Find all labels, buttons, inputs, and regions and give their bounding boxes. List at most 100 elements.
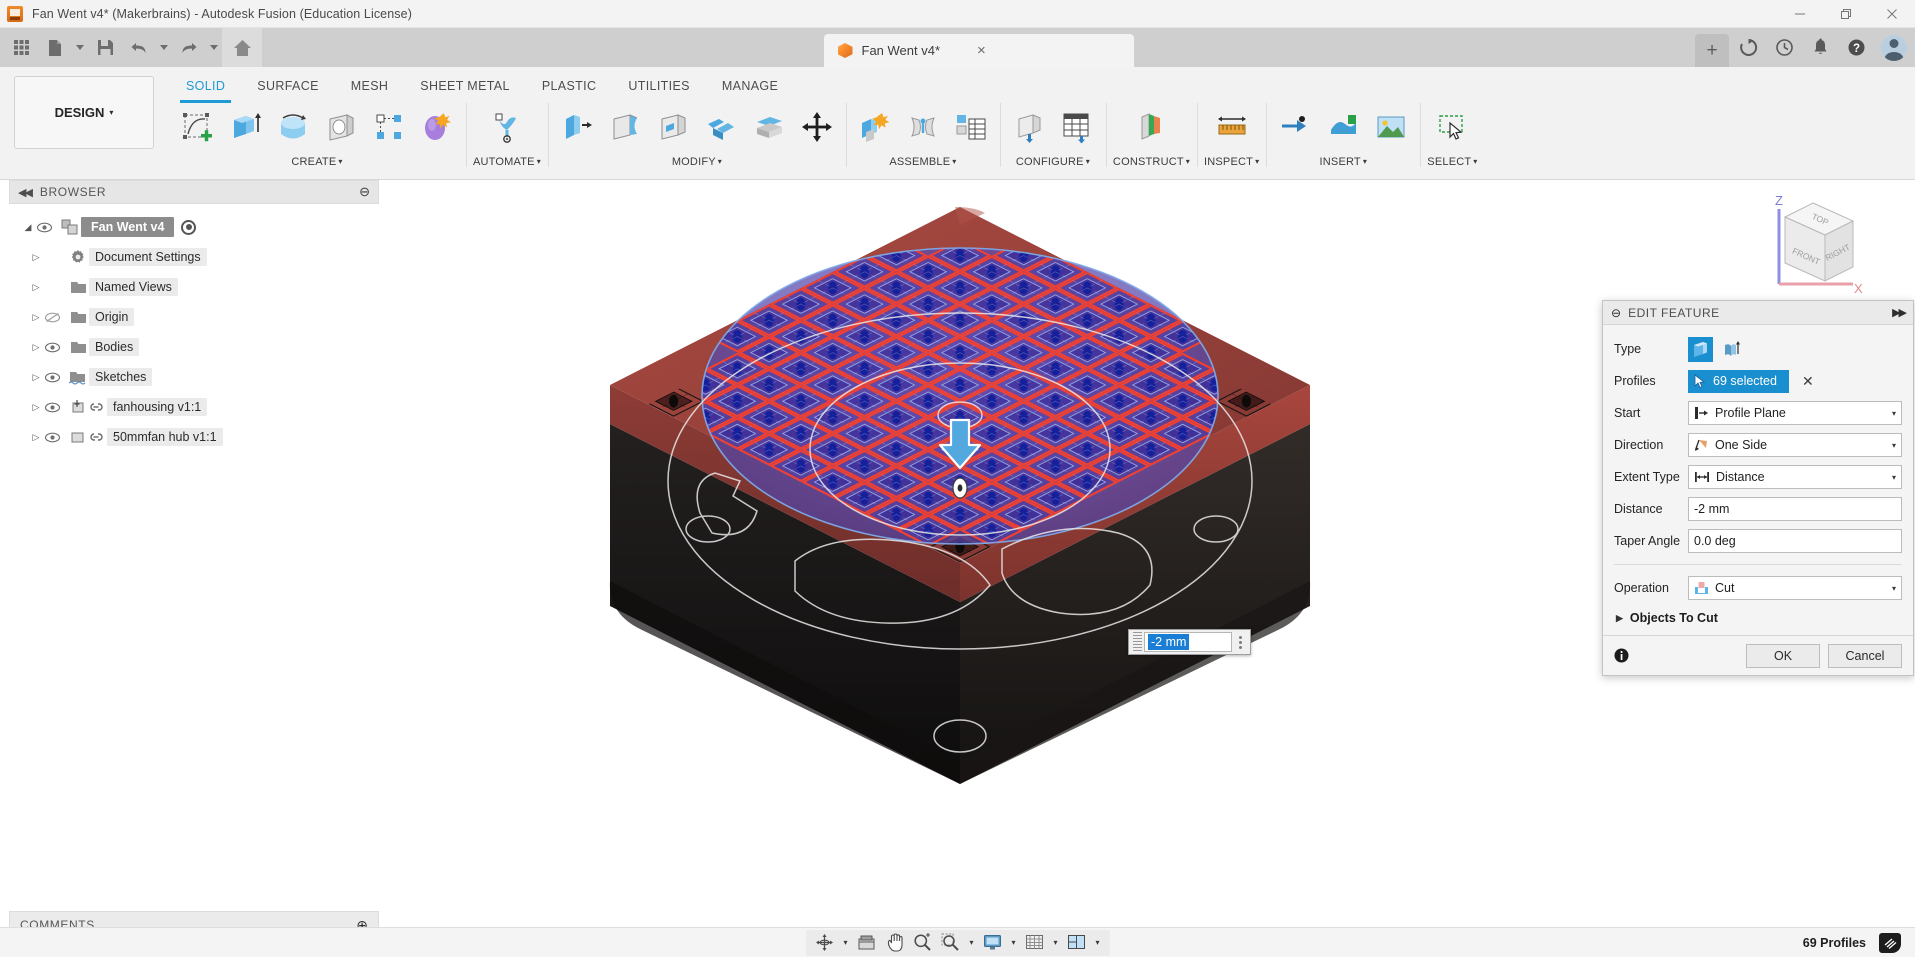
new-component-icon[interactable] xyxy=(853,102,897,152)
distance-input[interactable]: -2 mm xyxy=(1688,497,1902,521)
workspace-selector[interactable]: DESIGN ▾ xyxy=(14,76,154,149)
profile-extrude-icon[interactable] xyxy=(1688,336,1713,362)
zoom-window-icon[interactable] xyxy=(938,931,964,955)
start-dropdown[interactable]: Profile Plane ▾ xyxy=(1688,401,1902,425)
orbit-icon[interactable] xyxy=(812,931,838,955)
extent-type-dropdown[interactable]: Distance ▾ xyxy=(1688,465,1902,489)
draft-icon[interactable] xyxy=(699,102,743,152)
extrude-icon[interactable] xyxy=(223,102,267,152)
chevron-down-icon[interactable]: ▾ xyxy=(1892,441,1896,450)
notifications-icon[interactable] xyxy=(1803,28,1837,67)
viewports-icon[interactable] xyxy=(1064,931,1090,955)
tab-solid[interactable]: SOLID xyxy=(170,72,241,103)
chevron-down-icon[interactable]: ▾ xyxy=(1892,473,1896,482)
taper-angle-input[interactable]: 0.0 deg xyxy=(1688,529,1902,553)
tab-plastic[interactable]: PLASTIC xyxy=(526,72,613,99)
ribbon-group-label-construct[interactable]: CONSTRUCT ▾ xyxy=(1113,156,1190,168)
dimension-menu-icon[interactable] xyxy=(1232,635,1248,649)
close-icon[interactable] xyxy=(1869,0,1915,28)
home-icon[interactable] xyxy=(222,28,262,67)
fillet-icon[interactable] xyxy=(603,102,647,152)
operation-dropdown[interactable]: Cut ▾ xyxy=(1688,576,1902,600)
insert-canvas-icon[interactable] xyxy=(1369,102,1413,152)
visibility-eye-icon[interactable] xyxy=(45,372,67,383)
expand-triangle-icon[interactable]: ▶ xyxy=(1616,613,1623,624)
canvas-dimension-input-box[interactable]: -2 mm xyxy=(1128,629,1251,655)
move-copy-icon[interactable] xyxy=(795,102,839,152)
browser-collapse-icon[interactable]: ◀◀ xyxy=(18,186,33,199)
measure-icon[interactable] xyxy=(1210,102,1254,152)
pattern-icon[interactable] xyxy=(367,102,411,152)
automate-icon[interactable] xyxy=(485,102,529,152)
press-pull-icon[interactable] xyxy=(555,102,599,152)
display-settings-icon[interactable] xyxy=(980,931,1006,955)
hole-icon[interactable] xyxy=(319,102,363,152)
info-icon[interactable] xyxy=(1614,648,1629,663)
ribbon-group-label-automate[interactable]: AUTOMATE ▾ xyxy=(473,156,541,168)
collapse-dot-icon[interactable]: ⊖ xyxy=(1611,306,1621,320)
ribbon-group-label-inspect[interactable]: INSPECT ▾ xyxy=(1204,156,1259,168)
zoom-icon[interactable] xyxy=(910,931,936,955)
document-tab[interactable]: Fan Went v4* × xyxy=(823,34,1134,67)
shell-icon[interactable] xyxy=(651,102,695,152)
tab-mesh[interactable]: MESH xyxy=(335,72,405,99)
user-avatar[interactable] xyxy=(1881,34,1907,61)
grid-snap-caret-icon[interactable]: ▾ xyxy=(1050,938,1062,947)
undo-icon[interactable] xyxy=(122,28,156,67)
objects-to-cut-section[interactable]: ▶ Objects To Cut xyxy=(1614,605,1902,629)
tree-item-sketches[interactable]: ▷ Sketches xyxy=(9,362,379,392)
expand-icon[interactable]: ▶▶ xyxy=(1892,306,1907,319)
new-tab-button[interactable]: + xyxy=(1695,34,1729,67)
zoom-window-caret-icon[interactable]: ▾ xyxy=(966,938,978,947)
tree-item-50mmfan-hub[interactable]: ▷ 50mmfan hub v1:1 xyxy=(9,422,379,452)
tab-utilities[interactable]: UTILITIES xyxy=(612,72,706,99)
visibility-eye-icon[interactable] xyxy=(45,402,67,413)
ribbon-group-label-configure[interactable]: CONFIGURE ▾ xyxy=(1016,156,1090,168)
ribbon-group-label-insert[interactable]: INSERT ▾ xyxy=(1320,156,1368,168)
orbit-caret-icon[interactable]: ▾ xyxy=(840,938,852,947)
grid-snap-icon[interactable] xyxy=(1022,931,1048,955)
create-sketch-icon[interactable] xyxy=(175,102,219,152)
split-face-icon[interactable] xyxy=(747,102,791,152)
tree-item-document-settings[interactable]: ▷ Document Settings xyxy=(9,242,379,272)
selection-filter-badge[interactable] xyxy=(1879,932,1901,953)
tree-twisty-icon[interactable]: ▷ xyxy=(27,402,45,413)
visibility-eye-icon[interactable] xyxy=(45,342,67,353)
look-at-icon[interactable] xyxy=(854,931,880,955)
activate-component-radio[interactable] xyxy=(181,219,197,235)
undo-caret-icon[interactable] xyxy=(156,28,172,67)
display-settings-caret-icon[interactable]: ▾ xyxy=(1008,938,1020,947)
viewcube[interactable]: Z X TOP FRONT RIGHT xyxy=(1753,189,1873,299)
joint-icon[interactable] xyxy=(901,102,945,152)
surface-extrude-icon[interactable] xyxy=(1719,337,1744,362)
ribbon-group-label-create[interactable]: CREATE ▾ xyxy=(291,156,342,168)
ribbon-group-label-modify[interactable]: MODIFY ▾ xyxy=(672,156,722,168)
tree-twisty-icon[interactable]: ▷ xyxy=(27,282,45,293)
edit-feature-header[interactable]: ⊖ EDIT FEATURE ▶▶ xyxy=(1603,301,1913,325)
clear-selection-icon[interactable]: ✕ xyxy=(1802,373,1814,390)
chevron-down-icon[interactable]: ▾ xyxy=(1892,409,1896,418)
redo-icon[interactable] xyxy=(172,28,206,67)
tree-item-fanhousing[interactable]: ▷ fanhousing v1:1 xyxy=(9,392,379,422)
new-file-caret-icon[interactable] xyxy=(72,28,88,67)
tree-twisty-icon[interactable]: ▷ xyxy=(27,372,45,383)
configure-table-icon[interactable] xyxy=(1055,102,1099,152)
tree-twisty-icon[interactable]: ▷ xyxy=(27,342,45,353)
tree-item-named-views[interactable]: ▷ Named Views xyxy=(9,272,379,302)
ribbon-group-label-assemble[interactable]: ASSEMBLE ▾ xyxy=(889,156,956,168)
ok-button[interactable]: OK xyxy=(1746,643,1820,668)
direction-dropdown[interactable]: One Side ▾ xyxy=(1688,433,1902,457)
document-tab-close-icon[interactable]: × xyxy=(977,43,986,58)
tab-sheet-metal[interactable]: SHEET METAL xyxy=(404,72,526,99)
edit-feature-dialog[interactable]: ⊖ EDIT FEATURE ▶▶ Type Profiles 69 selec… xyxy=(1602,300,1914,676)
tree-item-bodies[interactable]: ▷ Bodies xyxy=(9,332,379,362)
dimension-drag-grip[interactable] xyxy=(1133,632,1142,652)
bom-icon[interactable] xyxy=(949,102,993,152)
profiles-selection-badge[interactable]: 69 selected xyxy=(1688,369,1789,393)
tree-twisty-icon[interactable]: ▷ xyxy=(27,312,45,323)
tab-surface[interactable]: SURFACE xyxy=(241,72,335,99)
insert-derive-icon[interactable] xyxy=(1273,102,1317,152)
ribbon-group-label-select[interactable]: SELECT ▾ xyxy=(1427,156,1477,168)
app-grid-icon[interactable] xyxy=(4,28,38,67)
pan-icon[interactable] xyxy=(882,931,908,955)
